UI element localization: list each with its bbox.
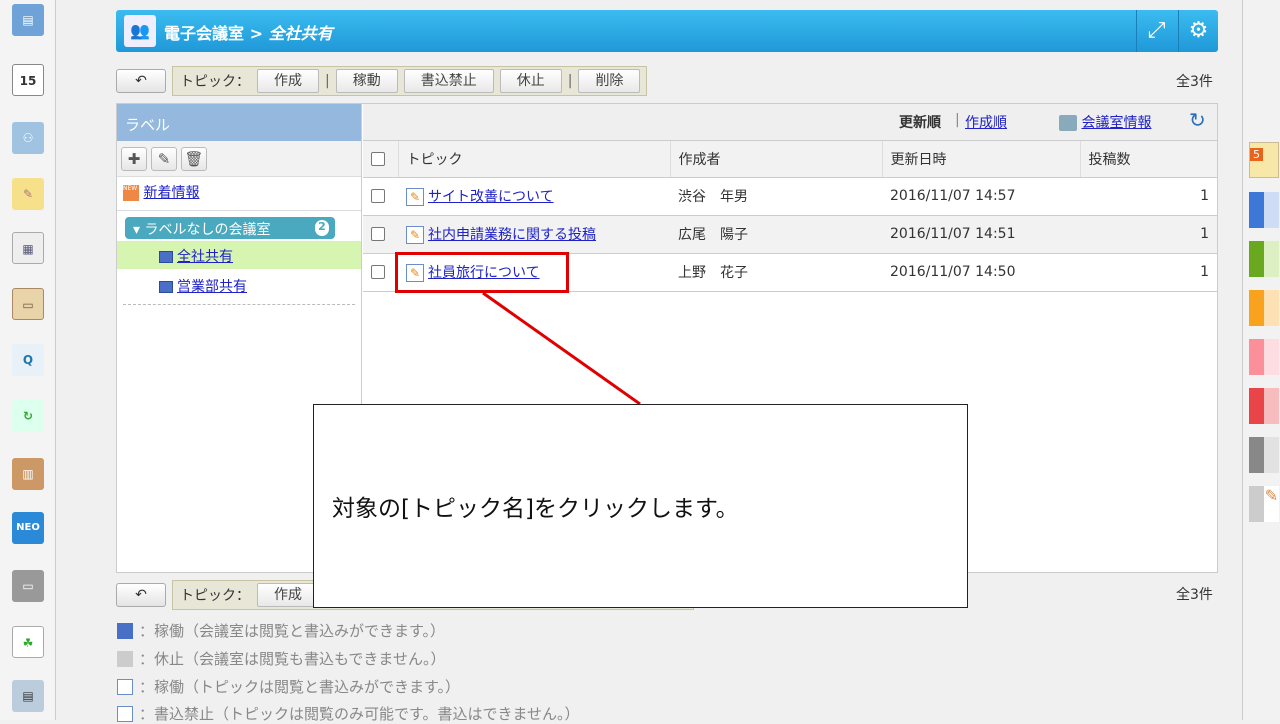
callout-text: 対象の[トピック名]をクリックします。 [332, 496, 739, 522]
callout-pointer [482, 291, 641, 406]
instruction-callout: 対象の[トピック名]をクリックします。 [313, 404, 968, 608]
